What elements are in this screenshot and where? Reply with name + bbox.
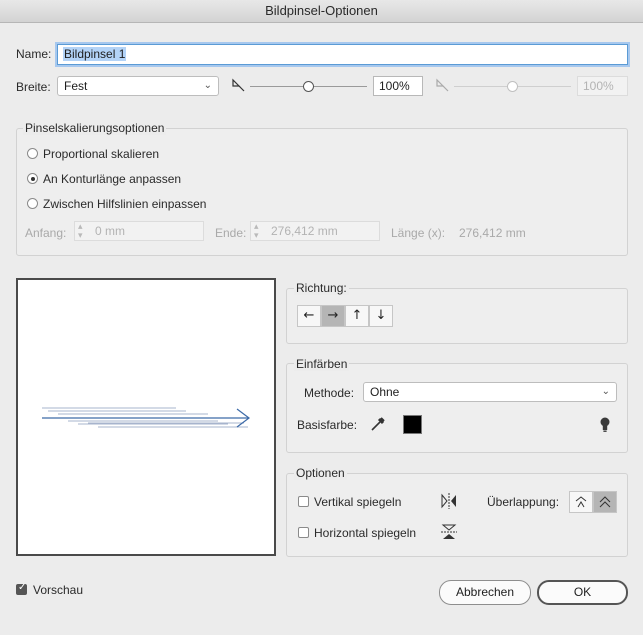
end-label: Ende: [215, 226, 247, 240]
width-select[interactable]: Fest ⌄ [57, 76, 219, 96]
width-percent-disabled-input: 100% [577, 76, 628, 96]
scaling-group-title: Pinselskalierungsoptionen [23, 121, 167, 135]
radio-fit-stroke-label[interactable]: An Konturlänge anpassen [43, 172, 181, 186]
direction-up-button[interactable]: ↑ [345, 305, 369, 327]
start-label: Anfang: [25, 226, 67, 240]
direction-group-title: Richtung: [294, 281, 349, 295]
end-stepper-icon: ▴ ▾ [254, 221, 259, 240]
method-label: Methode: [304, 386, 355, 400]
width-slider-knob[interactable] [302, 81, 314, 92]
name-input[interactable]: Bildpinsel 1 [57, 44, 628, 65]
flip-vertical-checkbox[interactable] [298, 496, 309, 507]
radio-guides[interactable] [27, 198, 38, 209]
colorize-group-title: Einfärben [294, 357, 350, 371]
width-pointer-icon [231, 78, 245, 92]
start-value: 0 mm [95, 224, 125, 238]
brush-preview-arrow [42, 407, 250, 428]
eyedropper-icon[interactable] [369, 415, 387, 433]
overlap-label: Überlappung: [487, 495, 560, 509]
direction-left-button[interactable]: ← [297, 305, 321, 327]
flip-horizontal-icon [440, 522, 458, 542]
start-stepper-icon: ▴ ▾ [78, 221, 83, 240]
lightbulb-icon[interactable] [598, 416, 612, 434]
name-label: Name: [16, 47, 52, 61]
preview-label[interactable]: Vorschau [33, 583, 83, 597]
options-group [286, 473, 628, 557]
arrow-up-icon: ↑ [351, 308, 363, 323]
width-slider-disabled-knob [506, 81, 518, 92]
end-value: 276,412 mm [271, 224, 338, 238]
base-color-swatch[interactable] [403, 415, 422, 434]
flip-horizontal-label[interactable]: Horizontal spiegeln [314, 526, 416, 540]
overlap-adjust-button[interactable] [569, 491, 593, 513]
arrow-right-icon: → [327, 308, 339, 323]
radio-proportional[interactable] [27, 148, 38, 159]
ok-button[interactable]: OK [537, 580, 628, 605]
method-select-value: Ohne [370, 385, 400, 399]
flip-horizontal-checkbox[interactable] [298, 527, 309, 538]
arrow-down-icon: ↓ [375, 308, 387, 323]
end-input: 276,412 mm [250, 221, 380, 241]
cancel-button[interactable]: Abbrechen [439, 580, 531, 605]
width-pointer-disabled-icon [435, 78, 449, 92]
width-percent-value: 100% [379, 79, 410, 93]
options-group-title: Optionen [294, 466, 347, 480]
method-select[interactable]: Ohne ⌄ [363, 382, 617, 402]
preview-checkbox[interactable] [16, 582, 27, 595]
radio-fit-stroke[interactable] [27, 173, 38, 184]
overlap-none-button[interactable] [593, 491, 617, 513]
overlap-adjust-icon [574, 496, 588, 513]
width-label: Breite: [16, 80, 51, 94]
colorize-group [286, 363, 628, 453]
name-input-value: Bildpinsel 1 [63, 47, 127, 61]
radio-proportional-label[interactable]: Proportional skalieren [43, 147, 159, 161]
width-percent-input[interactable]: 100% [373, 76, 423, 96]
flip-vertical-label[interactable]: Vertikal spiegeln [314, 495, 401, 509]
chevron-down-icon: ⌄ [601, 386, 610, 397]
width-select-value: Fest [64, 79, 88, 93]
length-label: Länge (x): [391, 226, 446, 240]
chevron-down-icon: ⌄ [203, 80, 212, 91]
arrow-left-icon: ← [303, 308, 315, 323]
base-color-label: Basisfarbe: [297, 418, 358, 432]
direction-down-button[interactable]: ↓ [369, 305, 393, 327]
start-input: 0 mm [74, 221, 204, 241]
radio-guides-label[interactable]: Zwischen Hilfslinien einpassen [43, 197, 206, 211]
direction-right-button[interactable]: → [321, 305, 345, 327]
length-value: 276,412 mm [459, 226, 526, 240]
flip-vertical-icon [439, 492, 459, 510]
overlap-none-icon [598, 496, 612, 513]
window-title: Bildpinsel-Optionen [0, 0, 643, 23]
width-percent-disabled-value: 100% [583, 79, 614, 93]
brush-preview [16, 278, 276, 556]
